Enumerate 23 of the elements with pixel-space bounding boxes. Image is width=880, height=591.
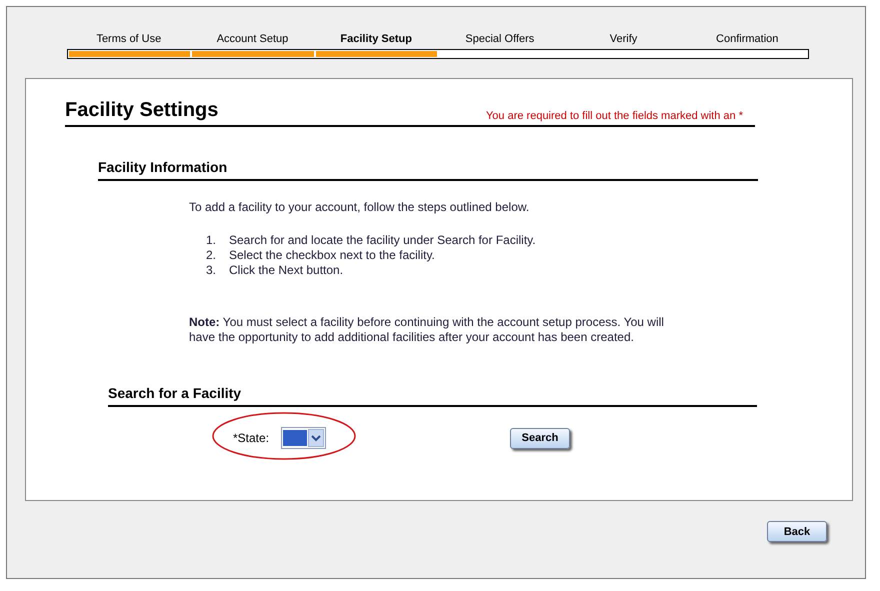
intro-text: To add a facility to your account, follow the steps outlined below. [189,200,530,214]
section-heading: Facility Information [98,159,758,181]
note-text: Note: You must select a facility before continuing with the account setup process. You will have the opportunity to add additional facilities after your account has been created. [189,315,665,345]
search-button[interactable]: Search [510,428,570,448]
wizard-step: Facility Setup [314,33,438,45]
page-title: Facility Settings [65,99,218,122]
state-dropdown[interactable] [281,427,326,449]
back-button[interactable]: Back [767,521,827,542]
step-number: 3. [206,263,218,278]
step-text: Search for and locate the facility under Search for Facility. [229,233,536,248]
wizard-step: Confirmation [685,33,810,45]
step-number: 2. [206,248,218,263]
wizard-step: Verify [562,33,686,45]
caret-icon [308,429,324,447]
section-heading: Search for a Facility [108,385,757,407]
wizard-step: Terms of Use [67,33,191,45]
step-text: Click the Next button. [229,263,344,278]
wizard-step: Account Setup [190,33,314,45]
step-text: Select the checkbox next to the facility. [229,248,435,263]
state-label: *State: [233,431,270,445]
wizard-step: Special Offers [438,33,562,45]
step-number: 1. [206,233,218,248]
required-note: You are required to fill out the fields marked with an * [486,110,743,122]
